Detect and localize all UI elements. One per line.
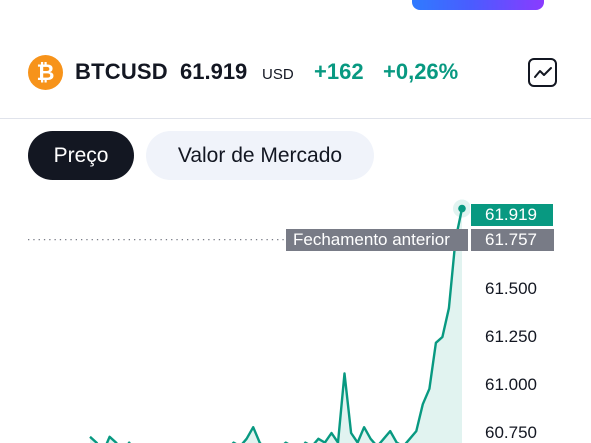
symbol-header: ₿ BTCUSD 61.919 USD +162 +0,26% xyxy=(0,48,591,100)
price-chart[interactable]: Fechamento anterior 61.919 61.757 61.500… xyxy=(0,190,591,443)
promo-button[interactable] xyxy=(412,0,544,10)
header-divider xyxy=(0,118,591,119)
bitcoin-logo-icon: ₿ xyxy=(28,55,63,90)
last-price-label: 61.919 xyxy=(471,204,553,226)
tab-price[interactable]: Preço xyxy=(28,131,134,180)
previous-close-tag: Fechamento anterior xyxy=(286,229,468,251)
price-chart-plot xyxy=(28,199,470,443)
symbol-name: BTCUSD xyxy=(75,59,168,84)
line-chart-icon xyxy=(533,66,552,78)
last-price: 61.919 xyxy=(180,59,248,84)
y-axis-tick: 61.500 xyxy=(485,279,537,298)
price-change-percent: +0,26% xyxy=(383,59,459,84)
y-axis-tick: 61.250 xyxy=(485,327,537,346)
y-axis-tick: 61.000 xyxy=(485,375,537,394)
currency-code: USD xyxy=(262,66,294,83)
previous-close-label: 61.757 xyxy=(471,229,554,251)
y-axis-tick: 60.750 xyxy=(485,423,537,442)
price-change-absolute: +162 xyxy=(314,59,364,84)
tab-market-cap[interactable]: Valor de Mercado xyxy=(146,131,374,180)
chart-type-button[interactable] xyxy=(528,58,557,87)
last-point-marker xyxy=(458,204,466,213)
